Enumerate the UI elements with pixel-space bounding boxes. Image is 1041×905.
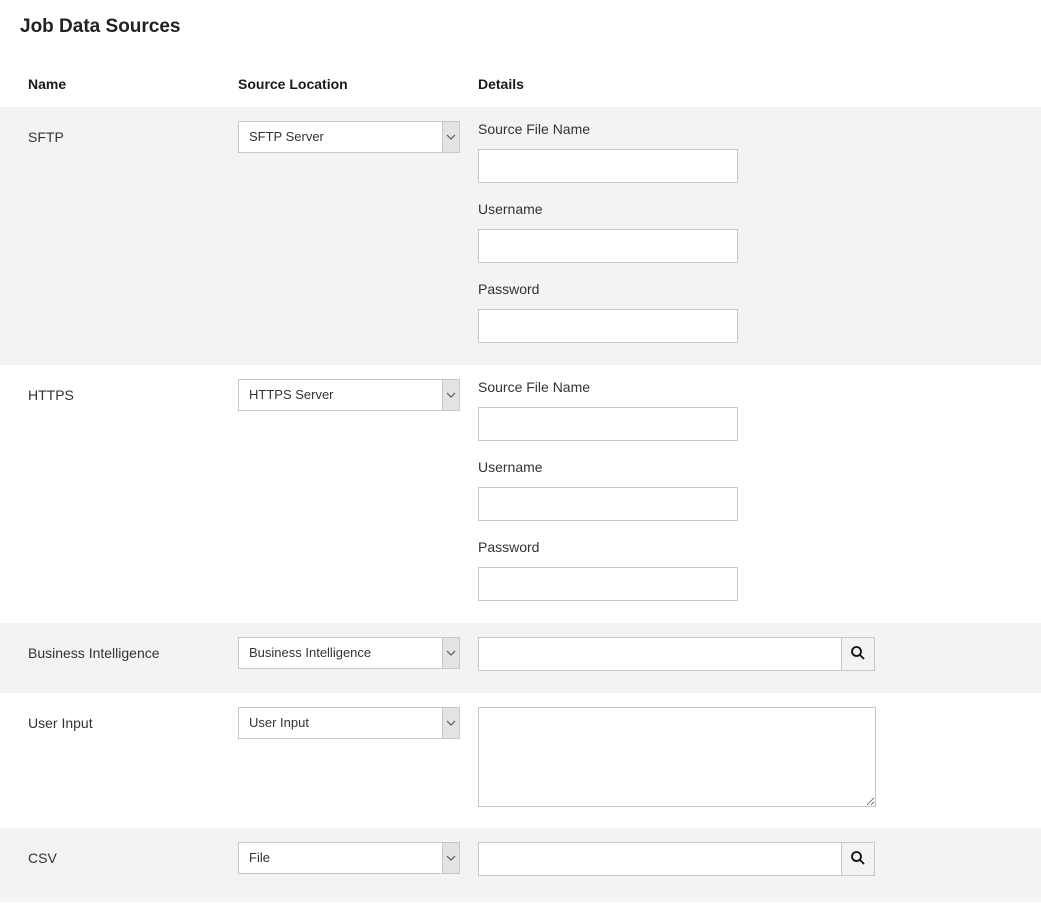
search-button[interactable] [841, 842, 875, 876]
table-row-bi: Business Intelligence Business Intellige… [0, 623, 1041, 693]
table-row-sftp: SFTP SFTP Server Source File Name Userna… [0, 107, 1041, 365]
user-input-textarea[interactable] [478, 707, 876, 807]
header-source-location: Source Location [238, 76, 478, 92]
row-name: CSV [28, 842, 238, 866]
username-input[interactable] [478, 229, 738, 263]
search-icon [850, 850, 866, 869]
source-location-select[interactable]: HTTPS Server [238, 379, 460, 411]
field-label-username: Username [478, 201, 873, 217]
field-label-source-file-name: Source File Name [478, 121, 873, 137]
source-file-name-input[interactable] [478, 149, 738, 183]
field-label-username: Username [478, 459, 873, 475]
csv-file-input[interactable] [478, 842, 842, 876]
header-details: Details [478, 76, 1033, 92]
field-label-password: Password [478, 539, 873, 555]
header-name: Name [28, 76, 238, 92]
page-title: Job Data Sources [0, 8, 1041, 66]
bi-search-input[interactable] [478, 637, 842, 671]
field-label-password: Password [478, 281, 873, 297]
source-location-select[interactable]: Business Intelligence [238, 637, 460, 669]
username-input[interactable] [478, 487, 738, 521]
source-location-select[interactable]: File [238, 842, 460, 874]
source-location-select[interactable]: User Input [238, 707, 460, 739]
table-row-user-input: User Input User Input [0, 693, 1041, 828]
field-label-source-file-name: Source File Name [478, 379, 873, 395]
source-location-select[interactable]: SFTP Server [238, 121, 460, 153]
table-row-csv: CSV File [0, 828, 1041, 902]
row-name: SFTP [28, 121, 238, 145]
password-input[interactable] [478, 309, 738, 343]
table-row-https: HTTPS HTTPS Server Source File Name User… [0, 365, 1041, 623]
data-sources-table: Name Source Location Details SFTP SFTP S… [0, 66, 1041, 902]
row-name: User Input [28, 707, 238, 731]
password-input[interactable] [478, 567, 738, 601]
search-icon [850, 645, 866, 664]
source-file-name-input[interactable] [478, 407, 738, 441]
table-header-row: Name Source Location Details [0, 66, 1041, 107]
search-button[interactable] [841, 637, 875, 671]
row-name: HTTPS [28, 379, 238, 403]
row-name: Business Intelligence [28, 637, 238, 661]
